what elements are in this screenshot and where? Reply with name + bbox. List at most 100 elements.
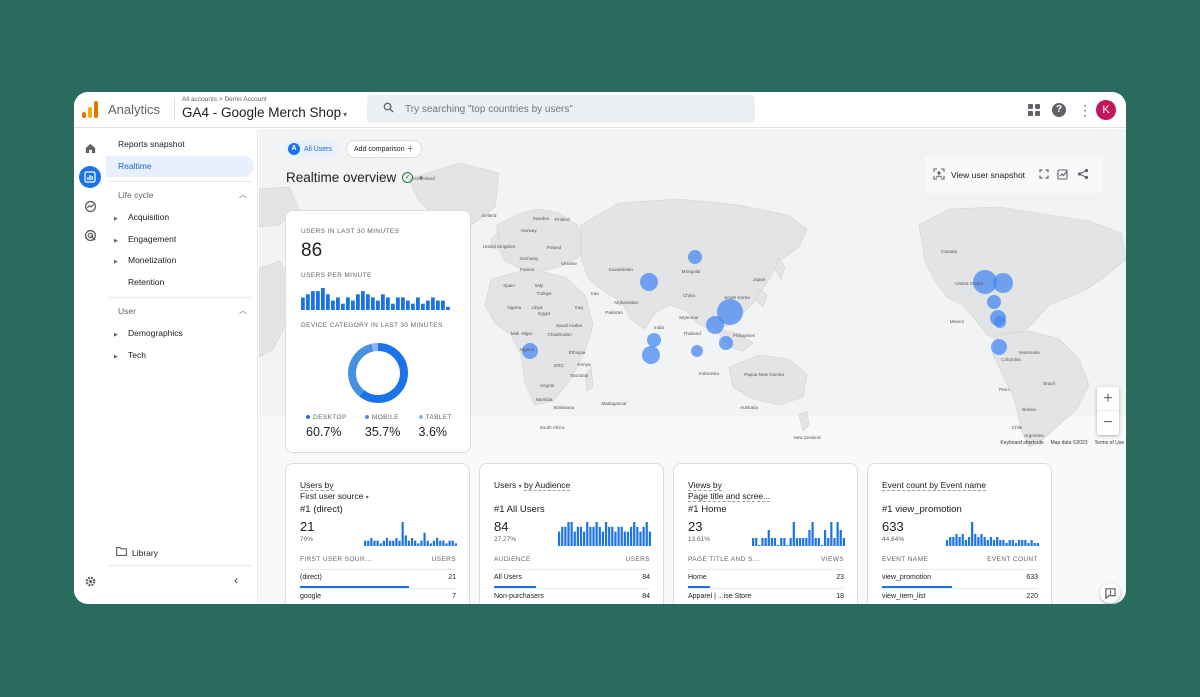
user-location-bubble[interactable]	[993, 273, 1013, 293]
chevron-up-icon[interactable]: ︿	[239, 189, 247, 200]
chevron-up-icon[interactable]: ︿	[239, 305, 247, 316]
user-location-bubble[interactable]	[691, 345, 703, 357]
share-icon[interactable]	[1077, 168, 1089, 182]
search-input[interactable]	[405, 101, 735, 117]
map-country-label: Sudan	[558, 332, 572, 337]
table-row[interactable]: Home 23	[688, 569, 844, 588]
metric-selector[interactable]: Users ▾	[494, 480, 522, 490]
zoom-in-button[interactable]: +	[1097, 387, 1119, 411]
card-title[interactable]: Views by	[688, 480, 722, 491]
table-row[interactable]: All Users 84	[494, 569, 650, 588]
terms-of-use-link[interactable]: Terms of Use	[1095, 440, 1124, 446]
search-bar[interactable]	[367, 95, 755, 123]
user-location-bubble[interactable]	[994, 316, 1006, 328]
spark-bar	[974, 534, 977, 546]
spark-bar	[1017, 540, 1021, 546]
sparkline-chart[interactable]	[364, 520, 458, 546]
reports-icon[interactable]	[79, 166, 101, 188]
divider	[108, 565, 252, 566]
explore-icon[interactable]	[79, 195, 101, 217]
table-row[interactable]: view_promotion 633	[882, 569, 1038, 588]
zoom-out-button[interactable]: −	[1097, 411, 1119, 435]
advertising-icon[interactable]	[79, 224, 101, 246]
fullscreen-icon[interactable]	[1039, 169, 1049, 181]
spark-bar	[573, 531, 576, 546]
insights-edit-icon[interactable]	[1057, 168, 1069, 182]
table-row[interactable]: (direct) 21	[300, 569, 456, 588]
add-comparison-button[interactable]: Add comparison ＋	[346, 140, 422, 158]
analytics-logo[interactable]	[82, 101, 98, 118]
table-row[interactable]: view_item_list 220	[882, 588, 1038, 604]
keyboard-shortcuts-link[interactable]: Keyboard shortcuts	[1000, 440, 1043, 446]
home-icon[interactable]	[79, 137, 101, 159]
spark-bar	[595, 522, 598, 546]
more-options-icon[interactable]: ⋮	[1078, 103, 1092, 117]
admin-gear-icon[interactable]	[79, 570, 101, 592]
spark-bar	[971, 522, 974, 546]
spark-bar	[1005, 543, 1008, 546]
map-country-label: Sweden	[533, 216, 550, 221]
table-row[interactable]: Non-purchasers 84	[494, 588, 650, 604]
spark-bar	[570, 522, 573, 546]
spark-bar	[798, 538, 802, 546]
user-location-bubble[interactable]	[688, 250, 702, 264]
card-title[interactable]: Users by	[300, 480, 334, 491]
spark-bar	[586, 522, 589, 546]
minute-bar	[316, 291, 320, 310]
card-title[interactable]: Event count by Event name	[882, 480, 986, 491]
sidebar-item-realtime[interactable]: Realtime	[106, 156, 254, 177]
spark-bar	[817, 538, 820, 546]
map-country-label: Türkiye	[536, 291, 552, 296]
check-circle-icon[interactable]: ✓	[402, 172, 414, 183]
card-subtitle[interactable]: First user source ▾	[300, 491, 369, 501]
sidebar-item-engagement[interactable]: ▶ Engagement	[114, 234, 176, 244]
all-users-chip[interactable]: A All Users	[286, 141, 339, 157]
sidebar-item-tech[interactable]: ▶ Tech	[114, 350, 146, 360]
collapse-chevron-icon[interactable]: ‹	[234, 573, 238, 587]
section-life-cycle[interactable]: Life cycle	[118, 190, 153, 200]
spark-bar	[454, 543, 457, 546]
help-icon[interactable]: ?	[1052, 103, 1066, 117]
sidebar-item-reports-snapshot[interactable]: Reports snapshot	[106, 134, 254, 155]
feedback-icon[interactable]	[1100, 583, 1120, 603]
sparkline-chart[interactable]	[946, 520, 1040, 546]
user-location-bubble[interactable]	[991, 339, 1007, 355]
user-location-bubble[interactable]	[640, 273, 658, 291]
view-snapshot-button[interactable]: View user snapshot	[933, 168, 1025, 182]
user-location-bubble[interactable]	[642, 346, 660, 364]
table-header: AUDIENCE USERS	[494, 556, 650, 563]
sparkline-chart[interactable]	[752, 520, 846, 546]
user-location-bubble[interactable]	[647, 333, 661, 347]
device-donut-chart[interactable]	[347, 342, 409, 404]
app-name: Analytics	[108, 102, 161, 117]
sidebar-item-retention[interactable]: Retention	[114, 277, 164, 287]
table-row[interactable]: google 7	[300, 588, 456, 604]
sidebar-item-demographics[interactable]: ▶ Demographics	[114, 328, 183, 338]
spark-bar	[429, 543, 432, 546]
property-selector[interactable]: GA4 - Google Merch Shop ▾	[182, 105, 347, 120]
sidebar-item-monetization[interactable]: ▶ Monetization	[114, 255, 176, 265]
spark-bar	[558, 531, 561, 546]
breadcrumb[interactable]: All accounts > Demo Account	[182, 96, 267, 103]
user-location-bubble[interactable]	[987, 295, 1001, 309]
card-title[interactable]: Users ▾ by Audience	[494, 480, 571, 491]
realtime-users-card: USERS IN LAST 30 MINUTES 86 USERS PER MI…	[285, 210, 471, 453]
sparkline-chart[interactable]	[558, 520, 652, 546]
users-per-minute-chart[interactable]	[301, 286, 451, 310]
legend-tablet: TABLET 3.6%	[418, 414, 452, 439]
table-row[interactable]: Apparel | ...ise Store 18	[688, 588, 844, 604]
caret-down-icon[interactable]: ▾	[419, 174, 423, 182]
user-location-bubble[interactable]	[719, 336, 733, 350]
section-user[interactable]: User	[118, 306, 136, 316]
dimension-selector[interactable]: First user source ▾	[300, 491, 369, 501]
sidebar-item-acquisition[interactable]: ▶ Acquisition	[114, 212, 169, 222]
avatar[interactable]: K	[1096, 100, 1116, 120]
spark-bar	[608, 526, 611, 546]
apps-grid-icon[interactable]	[1028, 104, 1040, 116]
users-last-30-label: USERS IN LAST 30 MINUTES	[301, 228, 400, 235]
spark-bar	[639, 531, 642, 546]
card-subtitle[interactable]: Page title and scree...	[688, 491, 771, 502]
user-location-bubble[interactable]	[706, 316, 724, 334]
minute-bar	[426, 300, 430, 310]
sidebar-item-library[interactable]: Library	[116, 547, 158, 558]
